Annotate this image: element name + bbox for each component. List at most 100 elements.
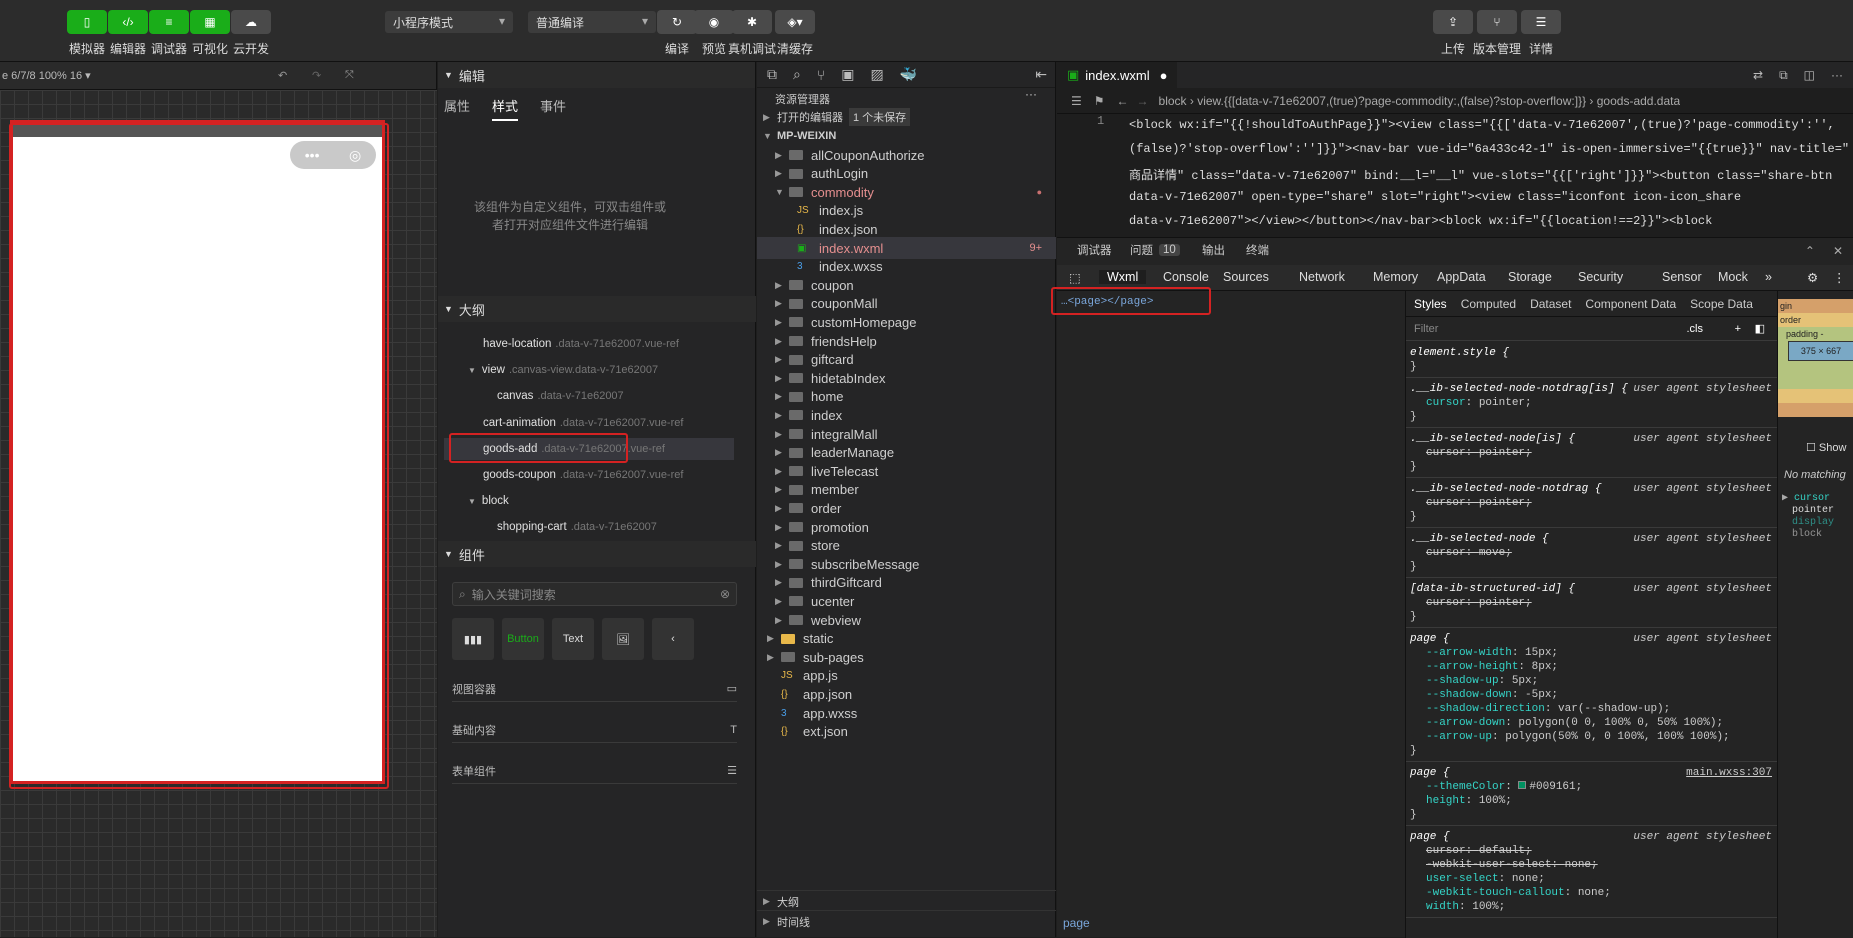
css-property[interactable]: cursor: pointer;: [1410, 396, 1774, 410]
tab-issues[interactable]: 问题 10: [1130, 238, 1180, 262]
outline-item[interactable]: goods-coupon .data-v-71e62007.vue-ref: [483, 464, 683, 486]
files-icon[interactable]: ⧉: [767, 66, 777, 83]
compile-select[interactable]: 普通编译: [528, 11, 656, 33]
css-rule[interactable]: page {user agent stylesheet --arrow-width…: [1406, 629, 1777, 762]
kebab-icon[interactable]: ⋮: [1833, 270, 1846, 285]
fit-icon[interactable]: ⤧: [345, 69, 354, 82]
tab-scope-data[interactable]: Scope Data: [1690, 297, 1753, 311]
css-property[interactable]: --shadow-down: -5px;: [1410, 688, 1774, 702]
tab-console[interactable]: Console: [1163, 270, 1209, 284]
mode-select[interactable]: 小程序模式: [385, 11, 513, 33]
device-info[interactable]: e 6/7/8 100% 16 ▾: [2, 69, 91, 82]
more-icon[interactable]: ···: [1025, 87, 1037, 101]
css-property[interactable]: --arrow-width: 15px;: [1410, 646, 1774, 660]
tab-component-data[interactable]: Component Data: [1585, 297, 1676, 311]
css-property[interactable]: cursor: pointer;: [1410, 446, 1774, 460]
forward-icon[interactable]: →: [1137, 94, 1149, 108]
outline-section-header[interactable]: ▼ 大纲: [438, 296, 756, 322]
git-icon[interactable]: ⑂: [817, 67, 825, 83]
image-component[interactable]: 🖼: [602, 618, 644, 660]
preview-icon[interactable]: ⧉: [1779, 68, 1788, 83]
css-property[interactable]: height: 100%;: [1410, 794, 1774, 808]
add-rule-icon[interactable]: +: [1735, 323, 1741, 335]
rule-source[interactable]: main.wxss:307: [1686, 766, 1772, 780]
code-line[interactable]: data-v-71e62007"></view></button></nav-b…: [1129, 214, 1712, 228]
css-property[interactable]: cursor: pointer;: [1410, 496, 1774, 510]
css-rule[interactable]: .__ib-selected-node[is] {user agent styl…: [1406, 429, 1777, 478]
css-property[interactable]: cursor: move;: [1410, 546, 1774, 560]
upload-button[interactable]: ⇪ 上传: [1429, 10, 1477, 57]
tab-attributes[interactable]: 属性: [444, 96, 470, 121]
text-component[interactable]: Text: [552, 618, 594, 660]
cloud-button[interactable]: ☁ 云开发: [227, 10, 275, 57]
code-line[interactable]: <block wx:if="{{!shouldToAuthPage}}"><vi…: [1129, 118, 1835, 132]
css-rule[interactable]: .__ib-selected-node-notdrag {user agent …: [1406, 479, 1777, 528]
outline-item[interactable]: ▼ block: [468, 490, 509, 512]
category-form[interactable]: 表单组件 ☰: [452, 758, 737, 784]
close-icon[interactable]: ✕: [1833, 244, 1843, 258]
more-icon[interactable]: ···: [1831, 68, 1843, 83]
navigator-component[interactable]: ‹: [652, 618, 694, 660]
tab-mock[interactable]: Mock: [1718, 270, 1748, 284]
compare-icon[interactable]: ⇄: [1753, 68, 1763, 83]
redo-icon[interactable]: ↷: [312, 69, 321, 82]
css-property[interactable]: cursor: default;: [1410, 844, 1774, 858]
component-search-input[interactable]: ⌕ 输入关键词搜索 ⊗: [452, 582, 737, 606]
collapse-icon[interactable]: ⇤: [1035, 66, 1047, 83]
view-component[interactable]: ▮▮▮: [452, 618, 494, 660]
gear-icon[interactable]: ⚙: [1807, 270, 1818, 285]
css-property[interactable]: --arrow-up: polygon(50% 0, 0 100%, 100% …: [1410, 730, 1774, 744]
list-icon[interactable]: ☰: [1071, 94, 1082, 108]
styles-filter-input[interactable]: Filter .cls + ◧: [1406, 317, 1777, 341]
css-rule[interactable]: page {user agent stylesheet cursor: defau…: [1406, 827, 1777, 918]
inspect-icon[interactable]: ⬚: [1069, 270, 1081, 285]
css-rule[interactable]: page {main.wxss:307 --themeColor: #009161…: [1406, 763, 1777, 826]
more-tabs-icon[interactable]: »: [1765, 270, 1772, 284]
css-rule[interactable]: .__ib-selected-node-notdrag[is] {user ag…: [1406, 379, 1777, 428]
clear-cache-button[interactable]: ◈▾ 清缓存: [771, 10, 819, 57]
tab-events[interactable]: 事件: [540, 96, 566, 121]
tab-security[interactable]: Security: [1578, 270, 1623, 284]
outline-item[interactable]: canvas .data-v-71e62007: [497, 385, 624, 407]
css-property[interactable]: cursor: pointer;: [1410, 596, 1774, 610]
css-property[interactable]: -webkit-user-select: none;: [1410, 858, 1774, 872]
outline-item[interactable]: have-location .data-v-71e62007.vue-ref: [483, 333, 679, 355]
tab-appdata[interactable]: AppData: [1437, 270, 1486, 284]
css-property[interactable]: --arrow-height: 8px;: [1410, 660, 1774, 674]
version-button[interactable]: ⑂ 版本管理: [1473, 10, 1521, 57]
outline-row[interactable]: ▶ 大纲: [757, 890, 1056, 912]
code-line[interactable]: data-v-71e62007" open-type="share" slot=…: [1129, 190, 1741, 204]
css-property[interactable]: --shadow-direction: var(--shadow-up);: [1410, 702, 1774, 716]
edit-section-header[interactable]: ▼ 编辑: [438, 62, 755, 88]
extensions-icon[interactable]: ▣: [841, 66, 854, 83]
tab-styles[interactable]: Styles: [1414, 297, 1447, 311]
category-view-container[interactable]: 视图容器 ▭: [452, 676, 737, 702]
css-rule[interactable]: [data-ib-structured-id] {user agent styl…: [1406, 579, 1777, 628]
tab-computed[interactable]: Computed: [1461, 297, 1516, 311]
tab-dataset[interactable]: Dataset: [1530, 297, 1571, 311]
css-property[interactable]: -webkit-touch-callout: none;: [1410, 886, 1774, 900]
image-icon[interactable]: ▨: [870, 66, 883, 83]
code-line[interactable]: 商品详情" class="data-v-71e62007" bind:__l="…: [1129, 166, 1832, 183]
show-all-checkbox[interactable]: ☐ Show: [1806, 441, 1846, 454]
real-device-debug-button[interactable]: ✱ 真机调试: [727, 10, 777, 57]
details-button[interactable]: ☰ 详情: [1517, 10, 1565, 57]
css-property[interactable]: width: 100%;: [1410, 900, 1774, 914]
clear-icon[interactable]: ⊗: [720, 587, 730, 601]
outline-item[interactable]: shopping-cart .data-v-71e62007: [497, 516, 657, 538]
tab-network[interactable]: Network: [1299, 270, 1345, 284]
docker-icon[interactable]: 🐳: [900, 66, 917, 83]
css-property[interactable]: --themeColor: #009161;: [1410, 780, 1774, 794]
color-swatch[interactable]: [1518, 781, 1527, 789]
search-icon[interactable]: ⌕: [793, 66, 801, 83]
split-icon[interactable]: ◫: [1804, 68, 1815, 83]
css-property[interactable]: user-select: none;: [1410, 872, 1774, 886]
tab-terminal[interactable]: 终端: [1246, 238, 1269, 262]
outline-item[interactable]: ▼ view .canvas-view.data-v-71e62007: [468, 359, 658, 381]
tab-index-wxml[interactable]: ▣ index.wxml ●: [1057, 62, 1178, 88]
css-rule[interactable]: .__ib-selected-node {user agent styleshe…: [1406, 529, 1777, 578]
chevron-up-icon[interactable]: ⌃: [1805, 244, 1815, 258]
tab-output[interactable]: 输出: [1202, 238, 1225, 262]
tab-wxml[interactable]: Wxml: [1099, 270, 1147, 284]
button-component[interactable]: Button: [502, 618, 544, 660]
